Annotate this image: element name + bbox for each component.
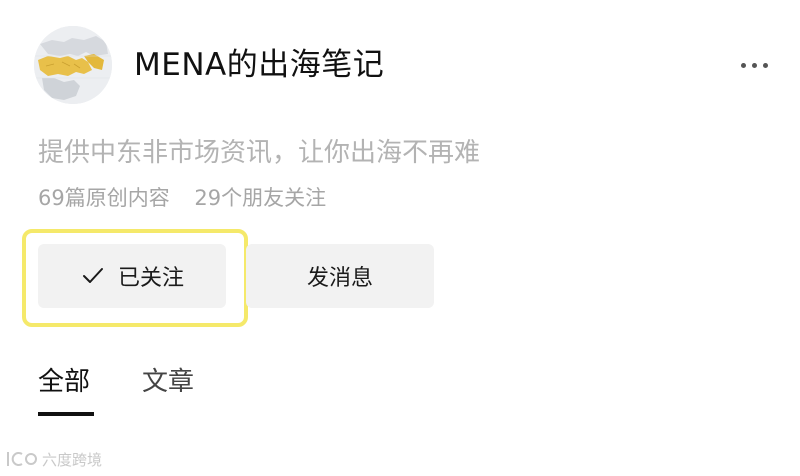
more-dot xyxy=(762,62,768,68)
check-icon xyxy=(82,268,103,283)
tab-articles[interactable]: 文章 xyxy=(142,360,194,404)
more-options-button[interactable] xyxy=(732,54,776,76)
friends-following-count: 29个朋友关注 xyxy=(194,186,327,210)
tab-all[interactable]: 全部 xyxy=(38,360,90,404)
account-description: 提供中东非市场资讯，让你出海不再难 xyxy=(38,138,481,168)
account-name: MENA的出海笔记 xyxy=(134,47,385,83)
active-tab-indicator xyxy=(38,412,94,416)
message-label: 发消息 xyxy=(306,266,373,291)
followed-label: 已关注 xyxy=(117,266,184,291)
mena-map-icon xyxy=(34,26,112,104)
account-stats: 69篇原创内容 29个朋友关注 xyxy=(38,183,326,213)
original-article-count: 69篇原创内容 xyxy=(38,186,170,210)
more-dot xyxy=(740,62,746,68)
watermark-logo-icon xyxy=(7,452,37,466)
followed-button[interactable]: 已关注 xyxy=(38,244,226,308)
watermark: 六度跨境 xyxy=(4,448,102,470)
more-dot xyxy=(751,62,757,68)
avatar[interactable] xyxy=(34,26,112,104)
send-message-button[interactable]: 发消息 xyxy=(246,244,434,308)
watermark-text: 六度跨境 xyxy=(42,450,103,469)
